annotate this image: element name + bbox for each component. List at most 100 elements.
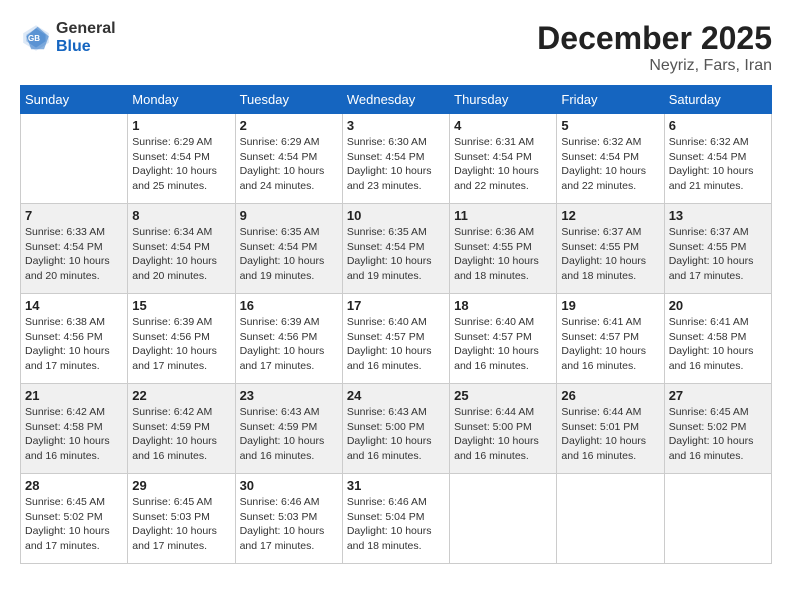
day-number: 10 (347, 208, 445, 223)
day-info: Sunrise: 6:44 AMSunset: 5:01 PMDaylight:… (561, 405, 659, 464)
day-number: 24 (347, 388, 445, 403)
day-number: 6 (669, 118, 767, 133)
day-info: Sunrise: 6:36 AMSunset: 4:55 PMDaylight:… (454, 225, 552, 284)
calendar-cell: 25Sunrise: 6:44 AMSunset: 5:00 PMDayligh… (450, 384, 557, 474)
calendar-cell (21, 114, 128, 204)
calendar-cell: 4 Sunrise: 6:31 AMSunset: 4:54 PMDaylight… (450, 114, 557, 204)
day-header-thursday: Thursday (450, 86, 557, 114)
day-info: Sunrise: 6:37 AMSunset: 4:55 PMDaylight:… (669, 225, 767, 284)
day-info: Sunrise: 6:30 AMSunset: 4:54 PMDaylight:… (347, 135, 445, 194)
calendar-week-row: 7 Sunrise: 6:33 AMSunset: 4:54 PMDaylight… (21, 204, 772, 294)
day-number: 16 (240, 298, 338, 313)
calendar-cell: 6 Sunrise: 6:32 AMSunset: 4:54 PMDaylight… (664, 114, 771, 204)
day-info: Sunrise: 6:35 AMSunset: 4:54 PMDaylight:… (347, 225, 445, 284)
day-info: Sunrise: 6:40 AMSunset: 4:57 PMDaylight:… (347, 315, 445, 374)
day-number: 11 (454, 208, 552, 223)
calendar-table: SundayMondayTuesdayWednesdayThursdayFrid… (20, 85, 772, 564)
day-number: 5 (561, 118, 659, 133)
day-number: 4 (454, 118, 552, 133)
day-number: 23 (240, 388, 338, 403)
calendar-header-row: SundayMondayTuesdayWednesdayThursdayFrid… (21, 86, 772, 114)
day-info: Sunrise: 6:32 AMSunset: 4:54 PMDaylight:… (669, 135, 767, 194)
day-number: 31 (347, 478, 445, 493)
calendar-cell: 11 Sunrise: 6:36 AMSunset: 4:55 PMDayligh… (450, 204, 557, 294)
calendar-cell: 13 Sunrise: 6:37 AMSunset: 4:55 PMDayligh… (664, 204, 771, 294)
day-header-saturday: Saturday (664, 86, 771, 114)
day-info: Sunrise: 6:33 AMSunset: 4:54 PMDaylight:… (25, 225, 123, 284)
calendar-cell: 14Sunrise: 6:38 AMSunset: 4:56 PMDayligh… (21, 294, 128, 384)
logo-general: General (56, 20, 116, 38)
day-number: 2 (240, 118, 338, 133)
calendar-cell: 23Sunrise: 6:43 AMSunset: 4:59 PMDayligh… (235, 384, 342, 474)
calendar-cell: 1 Sunrise: 6:29 AMSunset: 4:54 PMDaylight… (128, 114, 235, 204)
day-info: Sunrise: 6:29 AMSunset: 4:54 PMDaylight:… (240, 135, 338, 194)
day-info: Sunrise: 6:46 AMSunset: 5:04 PMDaylight:… (347, 495, 445, 554)
calendar-cell: 29Sunrise: 6:45 AMSunset: 5:03 PMDayligh… (128, 474, 235, 564)
calendar-cell: 21 Sunrise: 6:42 AMSunset: 4:58 PMDayligh… (21, 384, 128, 474)
day-number: 30 (240, 478, 338, 493)
calendar-cell: 10 Sunrise: 6:35 AMSunset: 4:54 PMDayligh… (342, 204, 449, 294)
calendar-cell: 28Sunrise: 6:45 AMSunset: 5:02 PMDayligh… (21, 474, 128, 564)
logo: GB General Blue (20, 20, 116, 56)
page-header: GB General Blue December 2025 Neyriz, Fa… (20, 20, 772, 75)
calendar-cell: 19Sunrise: 6:41 AMSunset: 4:57 PMDayligh… (557, 294, 664, 384)
calendar-week-row: 14Sunrise: 6:38 AMSunset: 4:56 PMDayligh… (21, 294, 772, 384)
day-number: 1 (132, 118, 230, 133)
day-number: 27 (669, 388, 767, 403)
calendar-cell: 7 Sunrise: 6:33 AMSunset: 4:54 PMDaylight… (21, 204, 128, 294)
day-info: Sunrise: 6:37 AMSunset: 4:55 PMDaylight:… (561, 225, 659, 284)
calendar-cell: 18Sunrise: 6:40 AMSunset: 4:57 PMDayligh… (450, 294, 557, 384)
day-info: Sunrise: 6:32 AMSunset: 4:54 PMDaylight:… (561, 135, 659, 194)
day-info: Sunrise: 6:39 AMSunset: 4:56 PMDaylight:… (132, 315, 230, 374)
calendar-cell: 16Sunrise: 6:39 AMSunset: 4:56 PMDayligh… (235, 294, 342, 384)
day-header-monday: Monday (128, 86, 235, 114)
day-info: Sunrise: 6:35 AMSunset: 4:54 PMDaylight:… (240, 225, 338, 284)
day-info: Sunrise: 6:42 AMSunset: 4:58 PMDaylight:… (25, 405, 123, 464)
svg-text:GB: GB (28, 34, 40, 43)
day-number: 3 (347, 118, 445, 133)
day-header-friday: Friday (557, 86, 664, 114)
day-number: 12 (561, 208, 659, 223)
logo-icon: GB (20, 22, 52, 54)
calendar-cell: 26Sunrise: 6:44 AMSunset: 5:01 PMDayligh… (557, 384, 664, 474)
calendar-cell: 8Sunrise: 6:34 AMSunset: 4:54 PMDaylight… (128, 204, 235, 294)
calendar-cell: 24 Sunrise: 6:43 AMSunset: 5:00 PMDayligh… (342, 384, 449, 474)
calendar-cell: 17 Sunrise: 6:40 AMSunset: 4:57 PMDayligh… (342, 294, 449, 384)
day-info: Sunrise: 6:45 AMSunset: 5:02 PMDaylight:… (669, 405, 767, 464)
calendar-cell: 30Sunrise: 6:46 AMSunset: 5:03 PMDayligh… (235, 474, 342, 564)
day-number: 13 (669, 208, 767, 223)
calendar-cell: 27 Sunrise: 6:45 AMSunset: 5:02 PMDayligh… (664, 384, 771, 474)
day-info: Sunrise: 6:43 AMSunset: 5:00 PMDaylight:… (347, 405, 445, 464)
day-number: 28 (25, 478, 123, 493)
calendar-cell (450, 474, 557, 564)
day-number: 18 (454, 298, 552, 313)
calendar-week-row: 28Sunrise: 6:45 AMSunset: 5:02 PMDayligh… (21, 474, 772, 564)
day-header-wednesday: Wednesday (342, 86, 449, 114)
day-info: Sunrise: 6:38 AMSunset: 4:56 PMDaylight:… (25, 315, 123, 374)
day-info: Sunrise: 6:31 AMSunset: 4:54 PMDaylight:… (454, 135, 552, 194)
logo-blue: Blue (56, 38, 116, 56)
calendar-cell (664, 474, 771, 564)
title-block: December 2025 Neyriz, Fars, Iran (537, 20, 772, 75)
calendar-cell: 20 Sunrise: 6:41 AMSunset: 4:58 PMDayligh… (664, 294, 771, 384)
location: Neyriz, Fars, Iran (537, 57, 772, 75)
day-info: Sunrise: 6:42 AMSunset: 4:59 PMDaylight:… (132, 405, 230, 464)
day-number: 7 (25, 208, 123, 223)
calendar-cell: 3 Sunrise: 6:30 AMSunset: 4:54 PMDaylight… (342, 114, 449, 204)
logo-text: General Blue (56, 20, 116, 56)
calendar-cell: 22Sunrise: 6:42 AMSunset: 4:59 PMDayligh… (128, 384, 235, 474)
calendar-week-row: 21 Sunrise: 6:42 AMSunset: 4:58 PMDayligh… (21, 384, 772, 474)
day-info: Sunrise: 6:45 AMSunset: 5:03 PMDaylight:… (132, 495, 230, 554)
day-number: 15 (132, 298, 230, 313)
day-number: 17 (347, 298, 445, 313)
calendar-cell: 9 Sunrise: 6:35 AMSunset: 4:54 PMDaylight… (235, 204, 342, 294)
day-header-tuesday: Tuesday (235, 86, 342, 114)
day-number: 9 (240, 208, 338, 223)
day-number: 20 (669, 298, 767, 313)
day-header-sunday: Sunday (21, 86, 128, 114)
calendar-cell: 15 Sunrise: 6:39 AMSunset: 4:56 PMDayligh… (128, 294, 235, 384)
day-info: Sunrise: 6:29 AMSunset: 4:54 PMDaylight:… (132, 135, 230, 194)
day-number: 21 (25, 388, 123, 403)
day-info: Sunrise: 6:41 AMSunset: 4:58 PMDaylight:… (669, 315, 767, 374)
day-info: Sunrise: 6:44 AMSunset: 5:00 PMDaylight:… (454, 405, 552, 464)
